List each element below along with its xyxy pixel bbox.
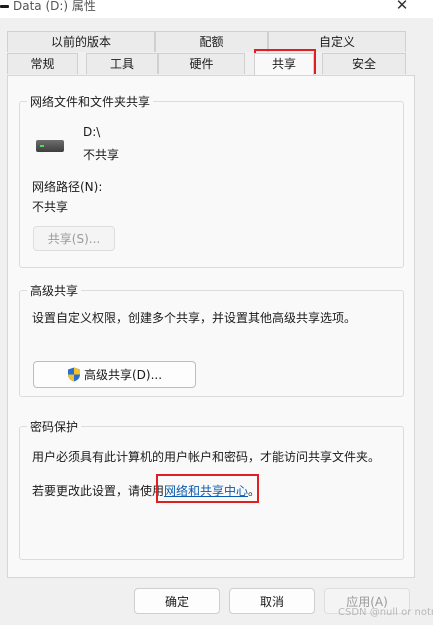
advanced-sharing-button[interactable]: 高级共享(D)... [33, 361, 196, 388]
drive-icon [0, 5, 9, 8]
watermark: CSDN @null or notnull [338, 607, 433, 618]
tab-strip: 以前的版本 配额 自定义 常规 工具 硬件 共享 安全 [0, 31, 433, 77]
network-sharing-center-link[interactable]: 网络和共享中心 [164, 484, 248, 498]
advanced-sharing-legend: 高级共享 [30, 284, 79, 298]
window-title: Data (D:) 属性 [13, 0, 96, 13]
tab-customize[interactable]: 自定义 [268, 31, 406, 52]
drive-icon [36, 140, 64, 152]
password-protection-legend: 密码保护 [30, 420, 79, 434]
advanced-sharing-description: 设置自定义权限，创建多个共享，并设置其他高级共享选项。 [32, 311, 357, 325]
drive-share-status: 不共享 [83, 148, 120, 162]
cancel-button[interactable]: 取消 [229, 588, 315, 614]
tab-security[interactable]: 安全 [322, 53, 406, 74]
sharing-panel: 网络文件和文件夹共享 D:\ 不共享 网络路径(N): 不共享 共享(S)...… [7, 75, 415, 578]
ok-button[interactable]: 确定 [134, 588, 220, 614]
tab-general[interactable]: 常规 [7, 53, 78, 74]
change-text-suffix: 。 [248, 484, 261, 498]
drive-name: D:\ [83, 125, 101, 139]
share-button[interactable]: 共享(S)... [33, 226, 115, 251]
network-sharing-legend: 网络文件和文件夹共享 [30, 95, 151, 109]
shield-icon [67, 367, 80, 382]
advanced-sharing-button-label: 高级共享(D)... [83, 368, 163, 382]
tab-sharing[interactable]: 共享 [254, 53, 314, 75]
tab-tools[interactable]: 工具 [86, 53, 158, 74]
close-button[interactable]: ✕ [388, 0, 416, 16]
password-protection-change-text: 若要更改此设置，请使用网络和共享中心。 [32, 482, 260, 499]
password-protection-description: 用户必须具有此计算机的用户帐户和密码，才能访问共享文件夹。 [32, 450, 381, 464]
tab-previous-versions[interactable]: 以前的版本 [7, 31, 155, 52]
tab-hardware[interactable]: 硬件 [158, 53, 245, 74]
title-bar: Data (D:) 属性 ✕ [0, 0, 433, 18]
tab-quota[interactable]: 配额 [155, 31, 268, 52]
network-path-label: 网络路径(N): [32, 180, 103, 194]
change-text-prefix: 若要更改此设置，请使用 [32, 484, 165, 498]
network-path-value: 不共享 [32, 200, 69, 214]
